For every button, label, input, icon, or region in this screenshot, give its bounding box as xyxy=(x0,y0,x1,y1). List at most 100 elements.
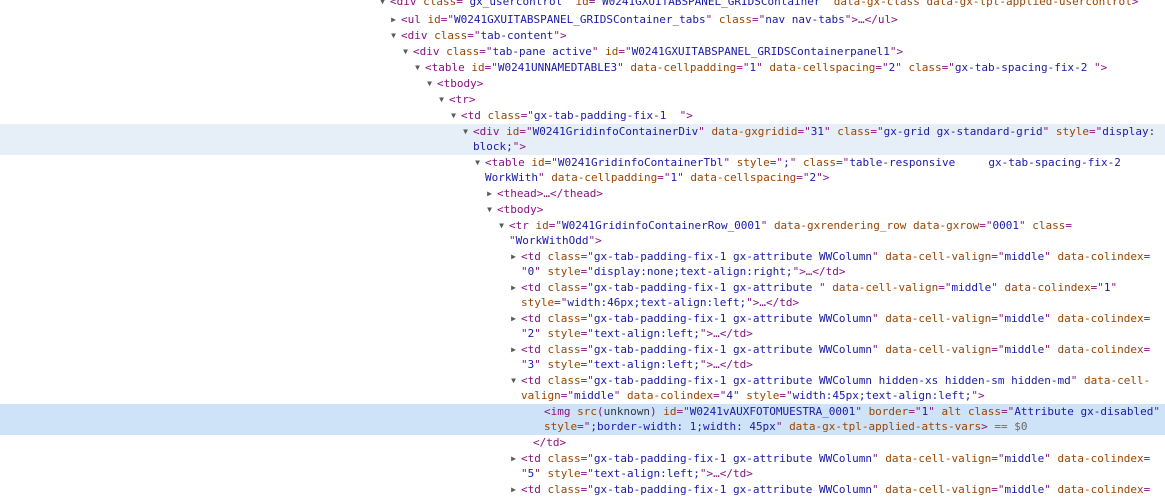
dom-node-line[interactable]: "3" style="text-align:left;">…</td> xyxy=(0,357,1165,373)
attribute-value: display: xyxy=(1102,125,1156,138)
attribute-name: border xyxy=(868,405,909,418)
expand-triangle-icon[interactable]: ▼ xyxy=(509,373,518,389)
attribute-name: class xyxy=(547,483,581,496)
attribute-value: ;border-width: 1;width: 45px xyxy=(590,420,776,433)
dom-node-line[interactable]: valign="middle" data-colindex="4" style=… xyxy=(0,388,1165,404)
dom-node-text: block;"> xyxy=(473,139,526,155)
dom-node-line[interactable]: ▼ <td class="gx-tab-padding-fix-1 "> xyxy=(0,108,1165,124)
dom-node-line[interactable]: ▼ <div id="W0241GridinfoContainerDiv" dat… xyxy=(0,124,1165,140)
attribute-value: W0241GridinfoContainerDiv xyxy=(532,125,699,138)
collapse-triangle-icon[interactable]: ▶ xyxy=(509,280,518,296)
collapse-triangle-icon[interactable]: ▶ xyxy=(509,482,518,498)
dom-node-line[interactable]: ▶ <td class="gx-tab-padding-fix-1 gx-attr… xyxy=(0,249,1165,265)
tag-token: <td xyxy=(521,250,548,263)
attribute-name: class xyxy=(446,45,480,58)
tag-token: " xyxy=(1044,312,1058,325)
dom-node-line[interactable]: ▶ <td class="gx-tab-padding-fix-1 gx-attr… xyxy=(0,482,1165,498)
collapse-triangle-icon[interactable]: ▶ xyxy=(509,311,518,327)
attribute-name: data-colindex xyxy=(1057,343,1144,356)
tag-token: = xyxy=(1065,219,1072,232)
dom-node-line[interactable]: "5" style="text-align:left;">…</td> xyxy=(0,466,1165,482)
attribute-name: style xyxy=(547,327,581,340)
tag-token: =" xyxy=(580,281,594,294)
tag-token: =" xyxy=(941,61,955,74)
dom-node-line[interactable]: </td> xyxy=(0,435,1165,451)
tag-token: "> xyxy=(1093,61,1108,74)
tag-token: "> xyxy=(889,45,904,58)
attribute-value: tab-pane active xyxy=(492,45,592,58)
dom-node-line[interactable]: ▼ <table id="W0241UNNAMEDTABLE3" data-cel… xyxy=(0,60,1165,76)
attribute-value: block; xyxy=(473,140,513,153)
attribute-value: 0001 xyxy=(992,219,1020,232)
dom-node-line[interactable]: ▼ <tr> xyxy=(0,92,1165,108)
dom-node-line[interactable]: ▶ <thead>…</thead> xyxy=(0,186,1165,202)
attribute-value: middle xyxy=(574,389,614,402)
expand-triangle-icon[interactable]: ▼ xyxy=(401,44,410,60)
attribute-value: gx-tab-padding-fix-1 gx-attribute WWColu… xyxy=(593,312,873,325)
dom-node-line[interactable]: ▶ <td class="gx-tab-padding-fix-1 gx-attr… xyxy=(0,280,1165,296)
tag-token: "> xyxy=(679,109,693,122)
attribute-value: middle xyxy=(1004,483,1045,496)
attribute-name: data-colindex xyxy=(1057,452,1144,465)
tag-token: <tbody> xyxy=(437,77,484,90)
attribute-name: style xyxy=(547,265,581,278)
dom-node-line[interactable]: ▼ <div class="gx_usercontrol" id="W0241GX… xyxy=(0,0,1165,10)
dom-node-line[interactable]: ▼ <div class="tab-pane active" id="W0241G… xyxy=(0,44,1165,60)
dom-node-line[interactable]: "0" style="display:none;text-align:right… xyxy=(0,264,1165,280)
expand-triangle-icon[interactable]: ▼ xyxy=(437,92,446,108)
tag-token: "> xyxy=(588,234,602,247)
dom-node-line[interactable]: ▼ <tbody> xyxy=(0,76,1165,92)
dom-node-line[interactable]: ▼ <div class="tab-content"> xyxy=(0,28,1165,44)
tag-token: " xyxy=(991,281,1005,294)
dom-node-line[interactable]: ▶ <td class="gx-tab-padding-fix-1 gx-attr… xyxy=(0,311,1165,327)
tag-token: = xyxy=(1143,250,1151,263)
dom-node-line[interactable]: WorkWith" data-cellpadding="1" data-cell… xyxy=(0,170,1165,186)
attribute-value: width:45px;text-align:left; xyxy=(792,389,972,402)
collapse-triangle-icon[interactable]: ▶ xyxy=(389,12,398,28)
expand-triangle-icon[interactable]: ▼ xyxy=(413,60,422,76)
tag-token: =" xyxy=(870,125,884,138)
dom-node-line[interactable]: ▼ <tbody> xyxy=(0,202,1165,218)
attribute-name: src xyxy=(577,405,597,418)
dom-node-line[interactable]: ▶ <ul id="W0241GXUITABSPANEL_GRIDSContain… xyxy=(0,12,1165,28)
collapse-triangle-icon[interactable]: ▶ xyxy=(509,342,518,358)
expand-triangle-icon[interactable]: ▼ xyxy=(449,108,458,124)
attribute-name: class xyxy=(547,374,581,387)
dom-node-line[interactable]: style=";border-width: 1;width: 45px" dat… xyxy=(0,419,1165,435)
collapse-triangle-icon[interactable]: ▶ xyxy=(509,249,518,265)
expand-triangle-icon[interactable]: ▼ xyxy=(425,76,434,92)
tag-token: <td xyxy=(521,281,548,294)
expand-triangle-icon[interactable]: ▼ xyxy=(485,202,494,218)
dom-node-line[interactable]: ▼ <td class="gx-tab-padding-fix-1 gx-attr… xyxy=(0,373,1165,389)
expand-triangle-icon[interactable]: ▼ xyxy=(461,124,470,140)
attribute-name: data-gx-tpl-applied-atts-vars xyxy=(789,420,982,433)
expand-triangle-icon[interactable]: ▼ xyxy=(497,218,506,234)
tag-token: " xyxy=(819,281,833,294)
attribute-name: data-cell-valign xyxy=(885,250,992,263)
dom-node-line[interactable]: block;"> xyxy=(0,139,1165,155)
collapse-triangle-icon[interactable]: ▶ xyxy=(485,186,494,202)
expand-triangle-icon[interactable]: ▼ xyxy=(473,155,482,171)
attribute-name: style xyxy=(1055,125,1089,138)
dom-node-line[interactable]: "WorkWithOdd"> xyxy=(0,233,1165,249)
dom-node-text: <div class="gx_usercontrol" id="W0241GXU… xyxy=(390,0,1138,10)
attribute-value: middle xyxy=(1004,343,1045,356)
dom-node-line[interactable]: <img src(unknown) id="W0241vAUXFOTOMUEST… xyxy=(0,404,1165,420)
expand-triangle-icon[interactable]: ▼ xyxy=(378,0,387,10)
tag-token: "> xyxy=(971,389,985,402)
attribute-value: W0241GridinfoContainerRow_0001 xyxy=(562,219,761,232)
tag-token: " xyxy=(537,171,552,184)
dom-node-line[interactable]: style="width:46px;text-align:left;">…</t… xyxy=(0,295,1165,311)
dom-node-line[interactable]: ▼ <tr id="W0241GridinfoContainerRow_0001"… xyxy=(0,218,1165,234)
dom-node-text: <div class="tab-content"> xyxy=(401,28,567,44)
expand-triangle-icon[interactable]: ▼ xyxy=(389,28,398,44)
tag-token: =" xyxy=(580,374,594,387)
dom-node-line[interactable]: "2" style="text-align:left;">…</td> xyxy=(0,326,1165,342)
collapse-triangle-icon[interactable]: ▶ xyxy=(509,451,518,467)
dom-node-line[interactable]: ▶ <td class="gx-tab-padding-fix-1 gx-attr… xyxy=(0,342,1165,358)
attribute-name: id xyxy=(663,405,677,418)
tag-token xyxy=(961,405,968,418)
dom-node-line[interactable]: ▼ <table id="W0241GridinfoContainerTbl" s… xyxy=(0,155,1165,171)
dom-node-line[interactable]: ▶ <td class="gx-tab-padding-fix-1 gx-attr… xyxy=(0,451,1165,467)
attribute-name: data-cellspacing xyxy=(690,171,797,184)
